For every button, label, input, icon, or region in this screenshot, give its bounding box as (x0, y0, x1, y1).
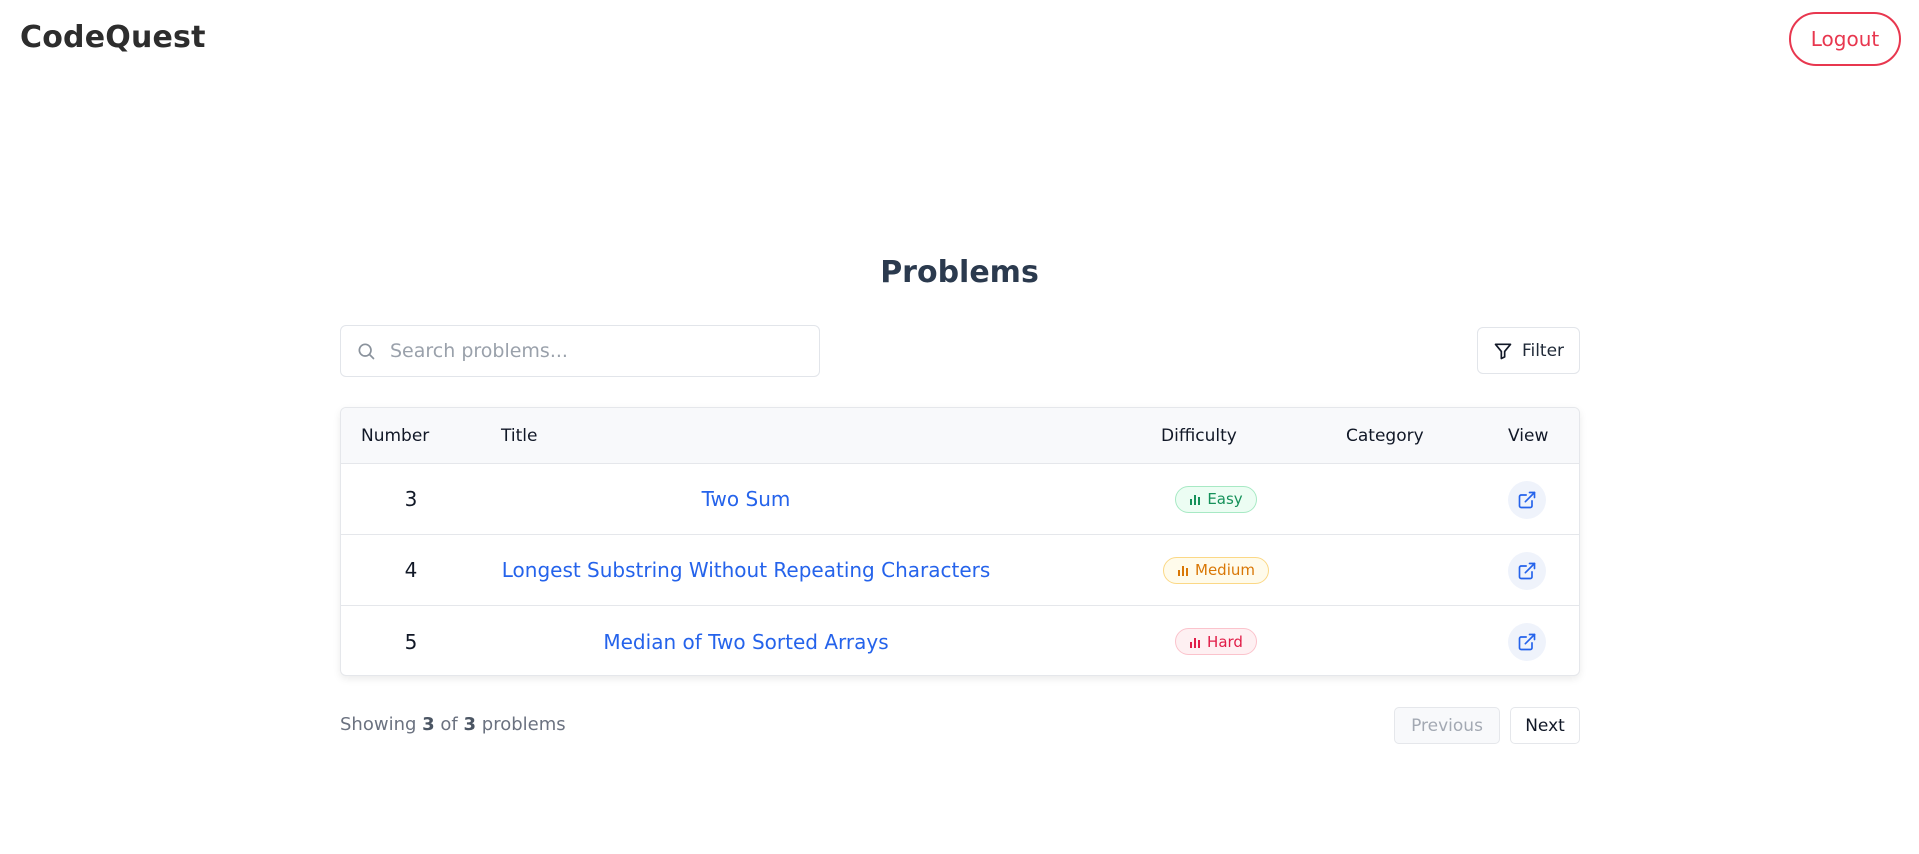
difficulty-label: Hard (1207, 632, 1243, 651)
problem-title-link[interactable]: Median of Two Sorted Arrays (481, 606, 1011, 675)
difficulty-badge: Hard (1175, 628, 1257, 655)
problem-title-link[interactable]: Longest Substring Without Repeating Char… (481, 535, 1011, 605)
table-row: 5 Median of Two Sorted Arrays Hard (341, 606, 1579, 675)
bar-chart-icon (1190, 495, 1201, 505)
column-header-category: Category (1346, 426, 1424, 446)
column-header-difficulty: Difficulty (1161, 426, 1237, 446)
external-link-icon (1518, 562, 1536, 580)
search-icon (356, 341, 376, 361)
results-count: Showing 3 of 3 problems (340, 714, 566, 735)
problem-title-link[interactable]: Two Sum (481, 464, 1011, 534)
table-header: Number Title Difficulty Category View (341, 408, 1579, 464)
view-problem-button[interactable] (1508, 623, 1546, 661)
column-header-number: Number (361, 426, 430, 446)
search-box[interactable] (340, 325, 820, 377)
difficulty-badge: Medium (1163, 556, 1269, 584)
page-title: Problems (880, 255, 1039, 290)
bar-chart-icon (1178, 566, 1188, 576)
previous-page-button[interactable]: Previous (1394, 707, 1500, 744)
column-header-title: Title (501, 426, 538, 446)
bar-chart-icon (1190, 637, 1201, 648)
filter-icon (1493, 341, 1513, 361)
difficulty-label: Medium (1195, 561, 1255, 579)
search-input[interactable] (390, 340, 790, 362)
problems-table: Number Title Difficulty Category View 3 … (340, 407, 1580, 676)
shown-count: 3 (422, 714, 435, 735)
problem-number: 3 (404, 487, 418, 511)
next-page-button[interactable]: Next (1510, 707, 1580, 744)
external-link-icon (1518, 491, 1536, 509)
difficulty-label: Easy (1207, 490, 1243, 508)
problem-number: 5 (404, 629, 418, 654)
logout-button[interactable]: Logout (1789, 12, 1901, 66)
filter-button[interactable]: Filter (1477, 327, 1580, 374)
view-problem-button[interactable] (1508, 481, 1546, 519)
table-row: 3 Two Sum Easy (341, 464, 1579, 535)
external-link-icon (1518, 633, 1536, 651)
column-header-view: View (1508, 426, 1549, 446)
difficulty-badge: Easy (1175, 485, 1257, 513)
table-row: 4 Longest Substring Without Repeating Ch… (341, 535, 1579, 606)
problem-number: 4 (404, 558, 418, 582)
filter-label: Filter (1521, 340, 1565, 361)
total-count: 3 (463, 714, 477, 735)
brand-logo[interactable]: CodeQuest (20, 20, 206, 55)
view-problem-button[interactable] (1508, 552, 1546, 590)
